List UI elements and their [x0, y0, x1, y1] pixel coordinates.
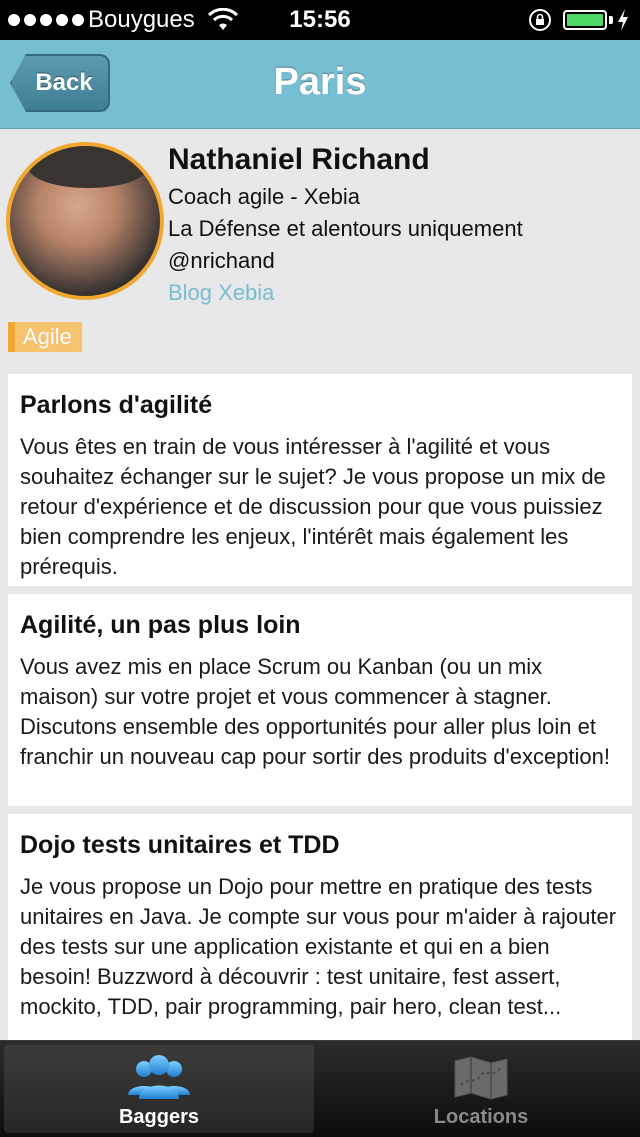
profile-name: Nathaniel Richand	[168, 143, 430, 176]
map-icon	[454, 1056, 508, 1100]
tag-badge: Agile	[8, 322, 82, 352]
profile-role: Coach agile - Xebia	[168, 184, 361, 209]
tab-label: Locations	[433, 1106, 529, 1128]
navigation-bar: Back Paris	[0, 40, 640, 129]
session-card: Parlons d'agilité Vous êtes en train de …	[8, 374, 632, 586]
profile-handle: @nrichand	[168, 248, 275, 273]
charging-bolt-icon	[618, 9, 628, 31]
session-description: Vous avez mis en place Scrum ou Kanban (…	[20, 654, 610, 769]
session-description: Je vous propose un Dojo pour mettre en p…	[20, 874, 617, 1019]
tab-bar: Baggers Locations	[0, 1040, 640, 1137]
avatar	[6, 142, 164, 300]
blog-link[interactable]: Blog Xebia	[168, 278, 274, 308]
battery-tip	[609, 16, 613, 24]
tab-locations[interactable]: Locations	[326, 1045, 636, 1133]
profile-location: La Défense et alentours uniquement	[168, 216, 523, 241]
status-bar: Bouygues 15:56	[0, 0, 640, 40]
battery-icon	[563, 10, 607, 30]
tab-label: Baggers	[118, 1106, 200, 1128]
rotation-lock-icon	[529, 9, 551, 31]
session-description: Vous êtes en train de vous intéresser à …	[20, 434, 606, 579]
session-card: Agilité, un pas plus loin Vous avez mis …	[8, 594, 632, 806]
avatar-hair	[28, 146, 148, 188]
people-icon	[128, 1055, 190, 1099]
session-title: Dojo tests unitaires et TDD	[20, 831, 340, 859]
session-card: Dojo tests unitaires et TDD Je vous prop…	[8, 814, 632, 1040]
page-title: Paris	[273, 61, 367, 103]
session-title: Parlons d'agilité	[20, 391, 213, 419]
session-title: Agilité, un pas plus loin	[20, 611, 301, 639]
tab-baggers[interactable]: Baggers	[4, 1045, 314, 1133]
